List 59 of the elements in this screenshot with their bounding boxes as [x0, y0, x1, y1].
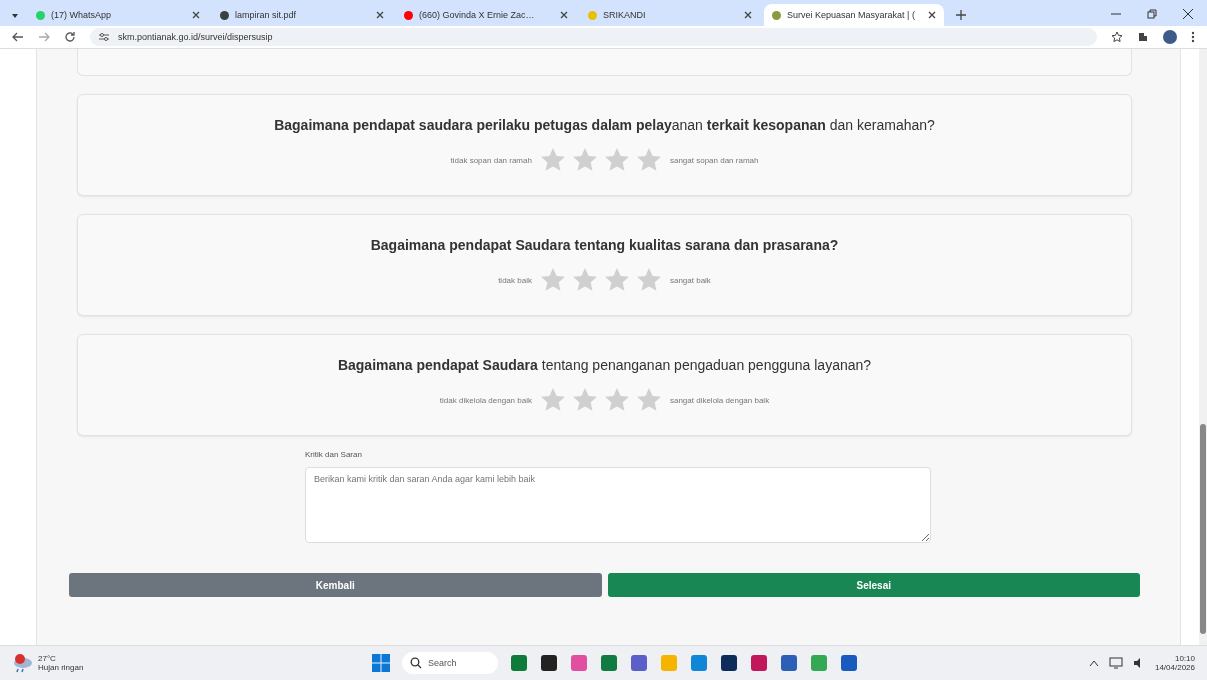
star-rating-icon[interactable] [603, 387, 630, 413]
scrollbar-thumb[interactable] [1200, 424, 1206, 634]
clock-time[interactable]: 10:10 [1174, 654, 1195, 663]
rating-high-label: sangat dikelola dengan baik [669, 395, 770, 405]
browser-tab[interactable]: (660) Govinda X Ernie Zac… [396, 4, 576, 26]
finish-button[interactable]: Selesai [607, 573, 1140, 597]
restore-icon[interactable] [1147, 9, 1157, 19]
chevron-up-icon[interactable] [1088, 659, 1099, 667]
bookmark-star-icon[interactable] [1111, 31, 1123, 43]
close-icon[interactable] [192, 11, 200, 19]
new-tab-icon[interactable] [956, 10, 966, 20]
temperature-text: 27°C [38, 654, 57, 663]
rating-high-label: sangat sopan dan ramah [669, 155, 759, 165]
field-label: Kritik dan Saran [305, 450, 363, 459]
question-text: Bagaimana pendapat Saudara tentang kualitas sarana dan prasarana? [370, 237, 839, 253]
taskbar-search[interactable]: Search [402, 652, 498, 674]
star-rating-icon[interactable] [571, 147, 598, 173]
menu-icon[interactable] [1191, 31, 1195, 43]
network-icon[interactable] [1108, 657, 1123, 669]
back-icon[interactable] [12, 32, 24, 42]
close-icon[interactable] [928, 11, 936, 19]
address-bar[interactable]: skm.pontianak.go.id/survei/dispersusip [90, 28, 1097, 46]
weather-rain-icon[interactable] [12, 653, 34, 673]
star-rating-icon[interactable] [603, 267, 630, 293]
star-rating-icon[interactable] [635, 147, 662, 173]
star-rating-icon[interactable] [571, 387, 598, 413]
close-icon[interactable] [1183, 9, 1193, 19]
windows-start-icon[interactable] [372, 654, 390, 672]
star-rating-icon[interactable] [635, 387, 662, 413]
star-rating-icon[interactable] [571, 267, 598, 293]
app-square-icon[interactable] [540, 654, 558, 672]
star-rating-icon[interactable] [539, 147, 566, 173]
weather-text: Hujan ringan [38, 663, 84, 672]
search-icon [410, 657, 422, 669]
rating-low-label: tidak baik [498, 275, 532, 285]
reload-icon[interactable] [64, 31, 76, 43]
question-text: Bagaimana pendapat saudara perilaku petugas dalam pelayanan terkait kesopanan dan keramahan? [274, 117, 935, 133]
browser-tab[interactable]: lampiran sit.pdf [212, 4, 392, 26]
close-icon[interactable] [560, 11, 568, 19]
rating-high-label: sangat baik [669, 275, 711, 285]
site-settings-icon[interactable] [98, 32, 110, 42]
star-rating-icon[interactable] [635, 267, 662, 293]
clock-date[interactable]: 14/04/2026 [1154, 663, 1195, 672]
close-icon[interactable] [744, 11, 752, 19]
back-button[interactable]: Kembali [69, 573, 602, 597]
close-icon[interactable] [376, 11, 384, 19]
star-rating-icon[interactable] [603, 147, 630, 173]
app-square-icon[interactable] [720, 654, 738, 672]
extension-icon[interactable] [1137, 31, 1149, 43]
feedback-textarea[interactable]: Berikan kami kritik dan saran Anda agar kami lebih baik [305, 467, 931, 543]
rating-low-label: tidak sopan dan ramah [450, 155, 532, 165]
question-text: Bagaimana pendapat Saudara tentang penanganan pengaduan pengguna layanan? [337, 357, 872, 373]
browser-tab[interactable]: (17) WhatsApp [28, 4, 208, 26]
browser-tab[interactable]: Survei Kepuasan Masyarakat | ( [764, 4, 944, 26]
star-rating-icon[interactable] [539, 387, 566, 413]
rating-low-label: tidak dikelola dengan baik [439, 395, 532, 405]
profile-avatar-icon[interactable] [1163, 30, 1177, 44]
star-rating-icon[interactable] [539, 267, 566, 293]
browser-tab[interactable]: SRIKANDI [580, 4, 760, 26]
